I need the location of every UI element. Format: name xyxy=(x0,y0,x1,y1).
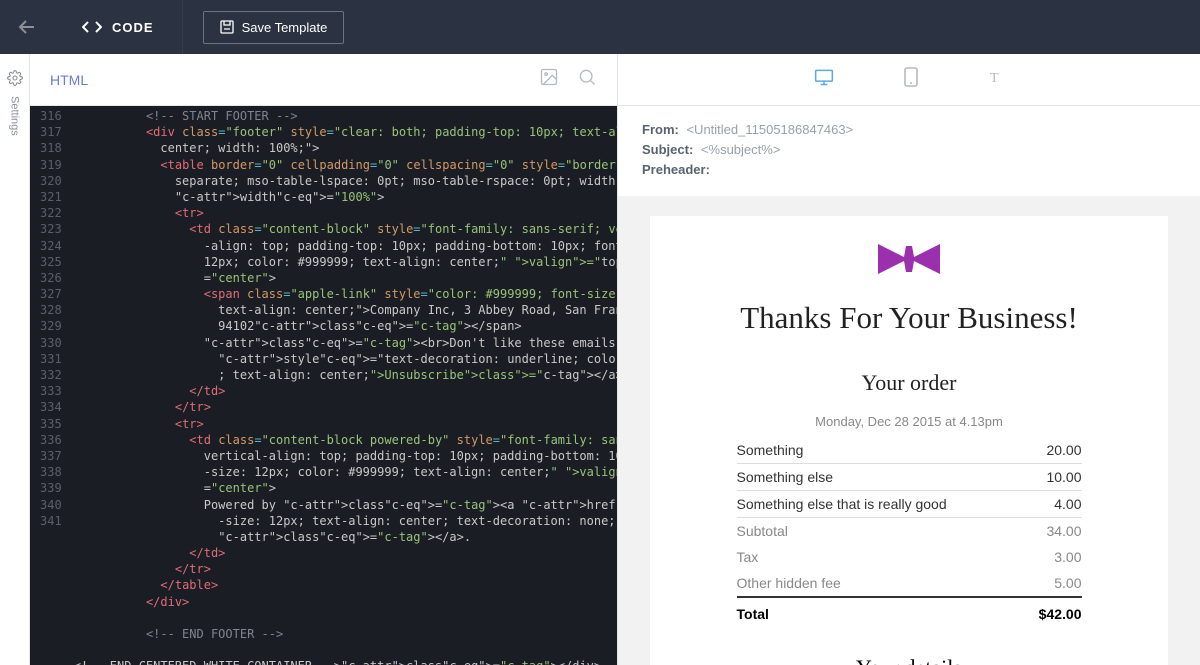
code-icon xyxy=(82,20,102,34)
code-editor[interactable]: 3163173183193203213223233243253263273283… xyxy=(30,106,617,665)
gear-icon xyxy=(7,70,23,86)
preview-toolbar: T xyxy=(618,54,1200,106)
save-icon xyxy=(220,20,234,34)
settings-rail[interactable]: Settings xyxy=(0,54,30,665)
meta-preheader: Preheader: xyxy=(642,162,1176,177)
table-row: Something else10.00 xyxy=(737,464,1082,491)
table-row: Tax3.00 xyxy=(737,544,1082,570)
back-button[interactable] xyxy=(0,0,54,54)
desktop-view-button[interactable] xyxy=(814,68,834,91)
mobile-view-button[interactable] xyxy=(904,67,918,92)
table-row: Other hidden fee5.00 xyxy=(737,570,1082,597)
order-date: Monday, Dec 28 2015 at 4.13pm xyxy=(674,414,1144,429)
mobile-icon xyxy=(904,67,918,87)
order-heading: Your order xyxy=(674,370,1144,396)
text-icon: T xyxy=(988,69,1004,85)
table-row: Something20.00 xyxy=(737,437,1082,464)
email-card: Thanks For Your Business! Your order Mon… xyxy=(650,216,1168,665)
email-meta: From: <Untitled_11505186847463> Subject:… xyxy=(618,106,1200,196)
editor-pane: HTML 31631731831932032132232332432532632… xyxy=(30,54,618,665)
bowtie-logo xyxy=(674,244,1144,274)
topbar: CODE Save Template xyxy=(0,0,1200,54)
editor-header: HTML xyxy=(30,54,617,106)
search-icon[interactable] xyxy=(577,67,597,92)
text-view-button[interactable]: T xyxy=(988,69,1004,90)
email-title: Thanks For Your Business! xyxy=(674,300,1144,336)
code-tab-label: CODE xyxy=(112,20,154,35)
save-template-button[interactable]: Save Template xyxy=(203,11,345,44)
meta-subject: Subject: <%subject%> xyxy=(642,142,1176,157)
table-row: Something else that is really good4.00 xyxy=(737,491,1082,518)
email-canvas: Thanks For Your Business! Your order Mon… xyxy=(618,196,1200,665)
save-button-label: Save Template xyxy=(242,20,328,35)
svg-text:T: T xyxy=(990,71,999,85)
settings-label: Settings xyxy=(9,96,21,136)
details-heading: Your details xyxy=(674,655,1144,665)
meta-from: From: <Untitled_11505186847463> xyxy=(642,122,1176,137)
arrow-left-icon xyxy=(15,15,39,39)
preview-pane: T From: <Untitled_11505186847463> Subjec… xyxy=(618,54,1200,665)
image-tool-icon[interactable] xyxy=(539,67,559,92)
code-tab[interactable]: CODE xyxy=(54,0,183,54)
table-row: Subtotal34.00 xyxy=(737,518,1082,545)
language-label: HTML xyxy=(50,72,88,88)
total-row: Total$42.00 xyxy=(737,597,1082,627)
bowtie-icon xyxy=(878,244,940,274)
order-table: Something20.00Something else10.00Somethi… xyxy=(737,437,1082,627)
desktop-icon xyxy=(814,68,834,86)
